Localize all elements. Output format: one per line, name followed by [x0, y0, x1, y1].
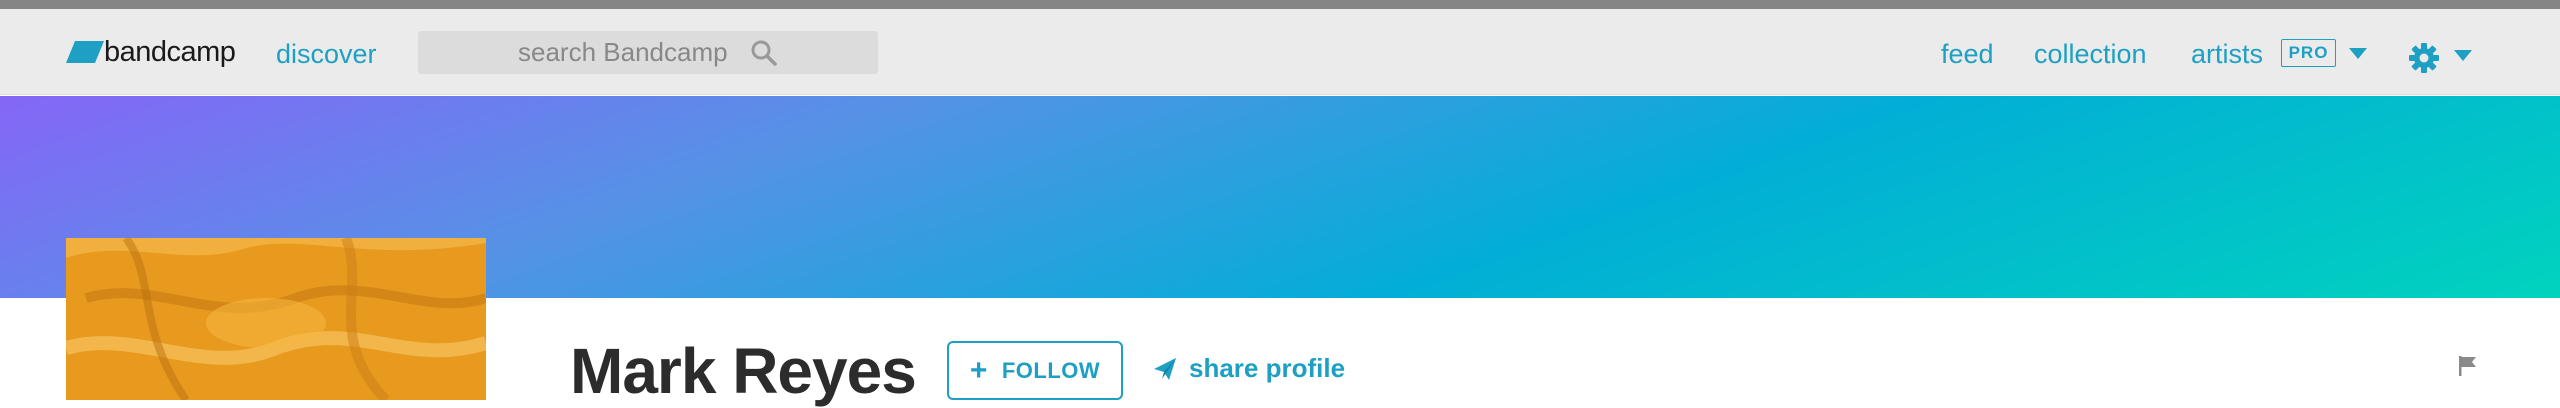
- search-input[interactable]: [418, 31, 878, 74]
- chevron-down-icon[interactable]: [2349, 48, 2367, 60]
- top-navbar: bandcamp discover feed collection artist…: [0, 9, 2560, 95]
- share-profile-label: share profile: [1189, 353, 1346, 383]
- flag-icon[interactable]: [2457, 355, 2479, 377]
- avatar-image: [66, 238, 486, 400]
- nav-discover-link[interactable]: discover: [276, 39, 377, 70]
- bandcamp-logo[interactable]: bandcamp: [66, 35, 236, 68]
- plus-icon: +: [969, 353, 988, 387]
- pro-badge[interactable]: PRO: [2281, 39, 2336, 67]
- profile-name: Mark Reyes: [570, 335, 917, 407]
- settings-chevron-down-icon[interactable]: [2454, 50, 2472, 62]
- paper-plane-icon: [1154, 357, 1176, 380]
- nav-collection-link[interactable]: collection: [2034, 39, 2147, 70]
- nav-artists-link[interactable]: artists: [2191, 39, 2263, 70]
- bandcamp-logo-icon: [66, 41, 104, 63]
- nav-feed-link[interactable]: feed: [1941, 39, 1994, 70]
- search-bar[interactable]: [418, 31, 878, 74]
- gear-icon[interactable]: [2408, 42, 2440, 74]
- logo-text: bandcamp: [104, 35, 236, 68]
- share-profile-link[interactable]: share profile: [1153, 353, 1345, 384]
- browser-top-strip: [0, 0, 2560, 9]
- follow-button[interactable]: + FOLLOW: [947, 341, 1123, 400]
- follow-label: FOLLOW: [1001, 357, 1101, 383]
- avatar[interactable]: [66, 238, 486, 400]
- search-icon[interactable]: [750, 39, 778, 67]
